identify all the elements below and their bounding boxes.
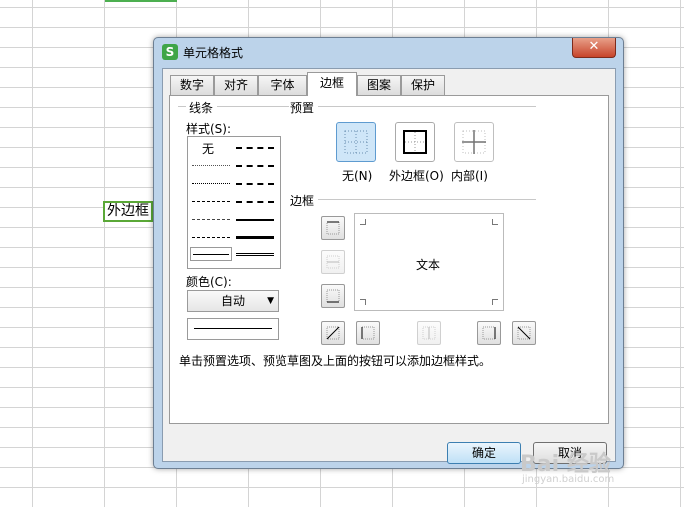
style-dash-dot-dot[interactable] [192,201,230,202]
preset-group-label: 预置 [290,101,315,115]
style-medium-dash-dot-dot[interactable] [236,183,274,185]
line-style-list[interactable]: 无 [187,136,281,269]
dialog-title: 单元格格式 [183,46,244,60]
preview-corner-tl [360,219,366,225]
border-diagonal-down-button[interactable] [512,321,536,345]
style-medium[interactable] [236,219,274,221]
border-bottom-button[interactable] [321,284,345,308]
border-inside-vertical-button[interactable] [417,321,441,345]
border-preview[interactable]: 文本 [354,213,504,311]
border-inside-horizontal-button[interactable] [321,250,345,274]
wps-app-icon: S [162,44,178,60]
style-none[interactable]: 无 [202,140,214,157]
preview-corner-bl [360,299,366,305]
dialog-titlebar[interactable]: S 单元格格式 ✕ [154,38,623,68]
line-group-label: 线条 [189,101,214,115]
border-inside-horizontal-icon [326,255,340,269]
format-cells-dialog: S 单元格格式 ✕ 数字 对齐 字体 边框 图案 保护 线条 样式(S): 无 [153,37,624,469]
selected-cell[interactable]: 外边框 [103,201,153,222]
style-dashed[interactable] [192,237,230,238]
preset-outline-icon [403,130,427,154]
tab-border[interactable]: 边框 [307,72,357,96]
preset-none-label: 无(N) [342,169,373,183]
preset-outline-button[interactable] [395,122,435,162]
preset-inside-label: 内部(I) [451,169,488,183]
tab-pattern[interactable]: 图案 [357,75,401,95]
border-top-icon [326,221,340,235]
style-double[interactable] [236,253,274,256]
tab-number[interactable]: 数字 [170,75,214,95]
preset-inside-icon [462,130,486,154]
preview-corner-tr [492,219,498,225]
dialog-client: 数字 对齐 字体 边框 图案 保护 线条 样式(S): 无 颜色(C): 自动 … [162,68,616,464]
line-group-rule-right [217,106,289,107]
tab-protection[interactable]: 保护 [401,75,445,95]
border-right-icon [482,326,496,340]
preview-text: 文本 [416,258,441,272]
diagonal-up-icon [326,326,340,340]
diagonal-down-icon [517,326,531,340]
dropdown-arrow-icon: ▼ [267,296,274,306]
close-button[interactable]: ✕ [572,38,616,58]
preset-outline-label: 外边框(O) [389,169,444,183]
style-thick[interactable] [236,236,274,239]
style-dotted[interactable] [192,183,230,184]
color-dropdown[interactable]: 自动 ▼ [187,290,279,312]
style-medium-dashed[interactable] [236,201,274,203]
preset-group-rule [318,106,536,107]
border-tab-panel: 线条 样式(S): 无 颜色(C): 自动 ▼ 预置 无(N) 外边框(O) 内… [169,95,609,424]
border-diagonal-up-button[interactable] [321,321,345,345]
color-label: 颜色(C): [186,275,232,289]
border-right-button[interactable] [477,321,501,345]
style-medium-dash-dot[interactable] [236,147,274,149]
border-left-button[interactable] [356,321,380,345]
border-group-rule [318,199,536,200]
border-bottom-icon [326,289,340,303]
style-label: 样式(S): [186,122,232,136]
style-dash-dot[interactable] [192,219,230,220]
border-inside-vertical-icon [422,326,436,340]
preset-inside-button[interactable] [454,122,494,162]
preview-corner-br [492,299,498,305]
border-group-label: 边框 [290,194,315,208]
tab-alignment[interactable]: 对齐 [214,75,258,95]
watermark-url: jingyan.baidu.com [522,474,615,485]
preset-none-button[interactable] [336,122,376,162]
tab-font[interactable]: 字体 [258,75,307,95]
hint-text: 单击预置选项、预览草图及上面的按钮可以添加边框样式。 [179,354,492,368]
line-preview [187,318,279,340]
border-left-icon [361,326,375,340]
style-hairline[interactable] [192,165,230,166]
selected-column-indicator [105,0,177,2]
style-thin-selected[interactable] [190,247,232,261]
color-value: 自动 [220,294,245,308]
ok-button[interactable]: 确定 [447,442,521,464]
border-top-button[interactable] [321,216,345,240]
preset-none-icon [344,130,368,154]
style-medium-dash-dot-2[interactable] [236,165,274,167]
line-group-rule-left [178,106,186,107]
